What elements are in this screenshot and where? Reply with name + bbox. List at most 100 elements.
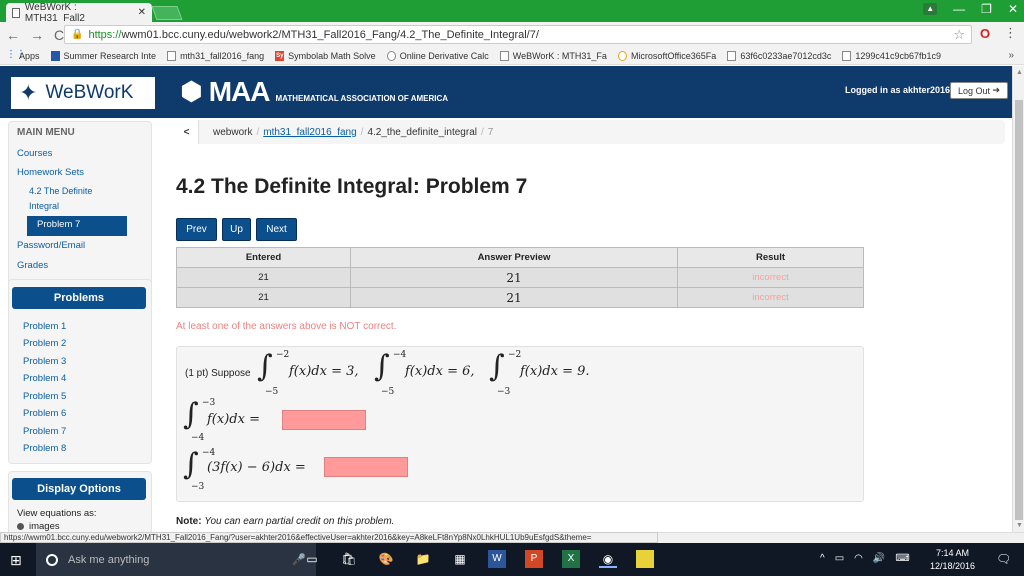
excel-icon[interactable]: X (562, 550, 580, 568)
windows-start-icon[interactable]: ⊞ (10, 552, 22, 569)
scroll-thumb[interactable] (1015, 100, 1023, 520)
problem-1-link[interactable]: Problem 1 (23, 321, 66, 332)
url-text: wwm01.bcc.cuny.edu/webwork2/MTH31_Fall20… (121, 28, 539, 41)
keyboard-icon[interactable]: ⌨ (895, 553, 909, 564)
main-menu-panel: MAIN MENU Courses Homework Sets 4.2 The … (8, 121, 152, 291)
back-arrow-icon[interactable]: ← (6, 27, 20, 43)
problem-8-link[interactable]: Problem 8 (23, 443, 66, 454)
preview-cell: 21 (350, 267, 678, 288)
window-controls: ▲ — ❐ ✕ (923, 2, 1018, 16)
webwork-star-icon: ✦ (19, 80, 38, 105)
display-options-button[interactable]: Display Options (12, 478, 146, 500)
password-email-link[interactable]: Password/Email (17, 240, 85, 251)
page-icon (499, 50, 509, 61)
horizontal-scrollbar[interactable] (658, 532, 1024, 543)
bookmark-office365[interactable]: MicrosoftOffice365Fa (617, 50, 716, 61)
chrome-icon[interactable]: ◉ (599, 550, 617, 568)
store-icon[interactable]: 🛍 (340, 550, 358, 568)
images-radio[interactable]: images (17, 521, 60, 532)
col-answer-preview: Answer Preview (350, 247, 678, 268)
courses-link[interactable]: Courses (17, 148, 52, 159)
address-bar-row: ← → C 🔒 https:// wwm01.bcc.cuny.edu/webw… (0, 22, 1024, 47)
windows-taskbar: ⊞ Ask me anything 🎤 ▭ 🛍 🎨 📁 ▦ W P X ◉ ^ … (0, 543, 1024, 576)
answer-input-2[interactable] (324, 457, 408, 477)
grades-link[interactable]: Grades (17, 260, 48, 271)
breadcrumb-set[interactable]: 4.2_the_definite_integral (367, 127, 477, 138)
close-window-icon[interactable]: ✕ (1008, 2, 1018, 16)
task-view-icon[interactable]: ▭ (303, 550, 321, 568)
set-link-line2[interactable]: Integral (29, 201, 59, 211)
webwork-page: ✦ WeBWorK ⬢ MAA MATHEMATICAL ASSOCIATION… (0, 66, 1012, 532)
bookmark-symbolab[interactable]: Sy Symbolab Math Solve (275, 50, 376, 61)
browser-tab[interactable]: WeBWorK : MTH31_Fall2 ✕ (6, 1, 152, 24)
bookmark-mth31[interactable]: mth31_fall2016_fang (167, 50, 264, 61)
problem-body: (1 pt) Suppose ∫ −2 −5 f(x)dx = 3, ∫ −4 … (176, 346, 864, 502)
page-icon (12, 7, 20, 18)
reload-icon[interactable]: C (54, 27, 64, 43)
more-bookmarks-icon[interactable]: » (1008, 50, 1014, 61)
user-profile-icon[interactable]: ▲ (923, 3, 938, 15)
bookmark-apps[interactable]: ⋮⋮ Apps (6, 49, 40, 61)
problem-3-link[interactable]: Problem 3 (23, 356, 66, 367)
forward-arrow-icon[interactable]: → (30, 27, 44, 43)
notifications-icon[interactable]: 🗨 (996, 552, 1011, 566)
restore-icon[interactable]: ❐ (981, 2, 992, 16)
bookmark-hash1[interactable]: 63f6c0233ae7012cd3c (727, 50, 831, 61)
cortana-icon (46, 553, 58, 566)
bookmark-summer-research[interactable]: Summer Research Inte (50, 50, 156, 61)
set-link-line1[interactable]: 4.2 The Definite (29, 186, 92, 196)
bookmark-webwork[interactable]: WeBWorK : MTH31_Fa (499, 50, 607, 61)
sticky-notes-icon[interactable] (636, 550, 654, 568)
battery-icon[interactable]: ▭ (835, 553, 844, 564)
app-icon[interactable]: ▦ (451, 550, 469, 568)
chevron-up-icon[interactable]: ^ (820, 553, 825, 564)
scroll-up-icon[interactable]: ▲ (1016, 69, 1023, 76)
minimize-icon[interactable]: — (953, 2, 965, 16)
close-tab-icon[interactable]: ✕ (138, 7, 146, 18)
breadcrumb-course[interactable]: mth31_fall2016_fang (263, 127, 356, 138)
address-bar[interactable]: 🔒 https:// wwm01.bcc.cuny.edu/webwork2/M… (64, 25, 972, 44)
scroll-down-icon[interactable]: ▼ (1016, 522, 1023, 529)
volume-icon[interactable]: 🔊 (873, 553, 885, 564)
system-tray: ^ ▭ ◠ 🔊 ⌨ (820, 553, 910, 564)
powerpoint-icon[interactable]: P (525, 550, 543, 568)
menu-icon[interactable]: ⋮ (1004, 25, 1017, 41)
bookmarks-bar: ⋮⋮ Apps Summer Research Inte mth31_fall20… (0, 47, 1024, 65)
word-icon[interactable]: W (488, 550, 506, 568)
wifi-icon[interactable]: ◠ (854, 553, 863, 564)
problem-4-link[interactable]: Problem 4 (23, 373, 66, 384)
symbolab-icon: Sy (275, 50, 285, 61)
problem-6-link[interactable]: Problem 6 (23, 408, 66, 419)
derivative-calc-icon (386, 50, 396, 61)
partial-credit-note: Note: You can earn partial credit on thi… (176, 516, 395, 527)
result-cell: incorrect (677, 267, 864, 288)
bookmark-star-icon[interactable]: ☆ (953, 27, 965, 43)
paint-icon[interactable]: 🎨 (377, 550, 395, 568)
active-problem-link[interactable]: Problem 7 (27, 216, 127, 236)
vertical-scrollbar[interactable]: ▲ ▼ (1012, 66, 1024, 532)
browser-tab-strip: WeBWorK : MTH31_Fall2 ✕ ▲ — ❐ ✕ (0, 0, 1024, 24)
back-chevron-icon[interactable]: < (175, 120, 199, 144)
maa-logo[interactable]: ⬢ MAA MATHEMATICAL ASSOCIATION OF AMERIC… (180, 76, 448, 107)
opera-icon[interactable]: O (980, 26, 990, 41)
page-icon (167, 50, 177, 61)
logout-button[interactable]: Log Out ➔ (950, 82, 1008, 99)
up-button[interactable]: Up (222, 218, 251, 241)
file-explorer-icon[interactable]: 📁 (414, 550, 432, 568)
bookmark-derivative-calc[interactable]: Online Derivative Calc (386, 50, 489, 61)
new-tab-button[interactable] (151, 6, 183, 20)
next-button[interactable]: Next (256, 218, 297, 241)
cortana-search[interactable]: Ask me anything 🎤 (36, 543, 316, 576)
problem-7-link[interactable]: Problem 7 (23, 426, 66, 437)
problem-5-link[interactable]: Problem 5 (23, 391, 66, 402)
breadcrumb-webwork[interactable]: webwork (213, 127, 252, 138)
answer-input-1[interactable] (282, 410, 366, 430)
problem-2-link[interactable]: Problem 2 (23, 338, 66, 349)
webwork-logo[interactable]: ✦ WeBWorK (10, 76, 156, 110)
prev-button[interactable]: Prev (176, 218, 217, 241)
taskbar-clock[interactable]: 7:14 AM 12/18/2016 (930, 547, 975, 573)
problems-button[interactable]: Problems (12, 287, 146, 309)
tab-title: WeBWorK : MTH31_Fall2 (24, 1, 85, 24)
homework-sets-link[interactable]: Homework Sets (17, 167, 84, 178)
bookmark-hash2[interactable]: 1299c41c9cb67fb1c9 (842, 50, 941, 61)
